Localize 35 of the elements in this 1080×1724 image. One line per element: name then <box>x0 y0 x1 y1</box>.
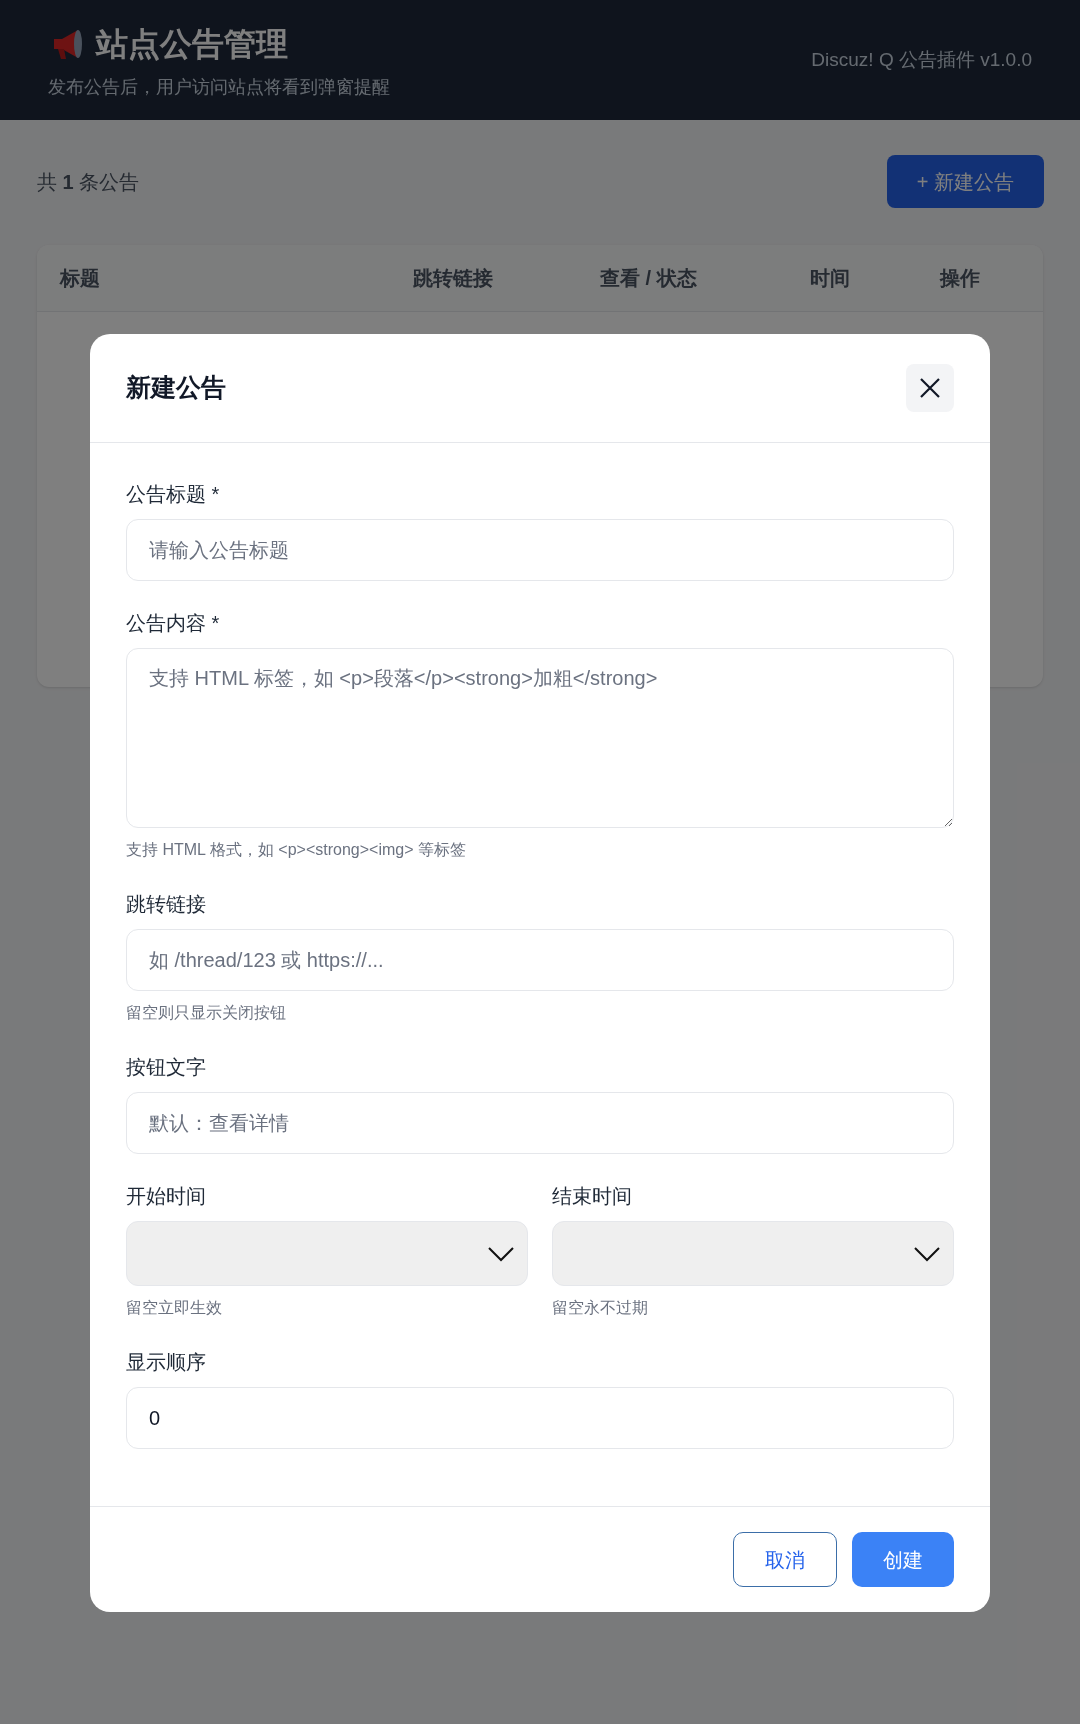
new-announcement-button[interactable]: + 新建公告 <box>886 155 1044 208</box>
close-button[interactable] <box>906 364 954 412</box>
page-subtitle: 发布公告后，用户访问站点将看到弹窗提醒 <box>48 75 390 99</box>
input-field[interactable]: 默认：查看详情 <box>126 1092 954 1154</box>
input-field[interactable]: 0 <box>126 1387 954 1449</box>
field-label: 跳转链接 <box>126 892 207 917</box>
select-field[interactable] <box>126 1221 528 1286</box>
page-title: 站点公告管理 <box>96 24 288 64</box>
version-label: Discuz! Q 公告插件 v1.0.0 <box>811 47 1032 72</box>
field-label: 公告标题 * <box>126 482 221 507</box>
select-field[interactable] <box>552 1221 954 1286</box>
create-button[interactable]: 创建 <box>852 1532 954 1587</box>
help-text: 留空永不过期 <box>552 1298 649 1318</box>
column-header: 时间 <box>810 266 851 291</box>
field-label: 结束时间 <box>552 1184 633 1209</box>
textarea-field[interactable]: 支持 HTML 标签，如 <p>段落</p><strong>加粗</strong> <box>126 648 954 828</box>
column-header: 查看 / 状态 <box>600 266 698 291</box>
column-header: 标题 <box>60 266 101 291</box>
field-label: 开始时间 <box>126 1184 207 1209</box>
chevron-down-icon <box>913 1245 941 1262</box>
modal-title: 新建公告 <box>126 372 226 404</box>
help-text: 留空则只显示关闭按钮 <box>126 1003 287 1023</box>
field-label: 按钮文字 <box>126 1055 207 1080</box>
help-text: 支持 HTML 格式，如 <p><strong><img> 等标签 <box>126 840 467 860</box>
input-field[interactable]: 如 /thread/123 或 https://... <box>126 929 954 991</box>
cancel-button[interactable]: 取消 <box>733 1532 837 1587</box>
column-header: 操作 <box>940 266 981 291</box>
help-text: 留空立即生效 <box>126 1298 223 1318</box>
announcement-count: 共 1 条公告 <box>37 169 140 195</box>
field-label: 显示顺序 <box>126 1350 207 1375</box>
column-header: 跳转链接 <box>413 266 494 291</box>
chevron-down-icon <box>487 1245 515 1262</box>
field-label: 公告内容 * <box>126 611 221 636</box>
close-icon <box>918 376 942 400</box>
input-field[interactable]: 请输入公告标题 <box>126 519 954 581</box>
